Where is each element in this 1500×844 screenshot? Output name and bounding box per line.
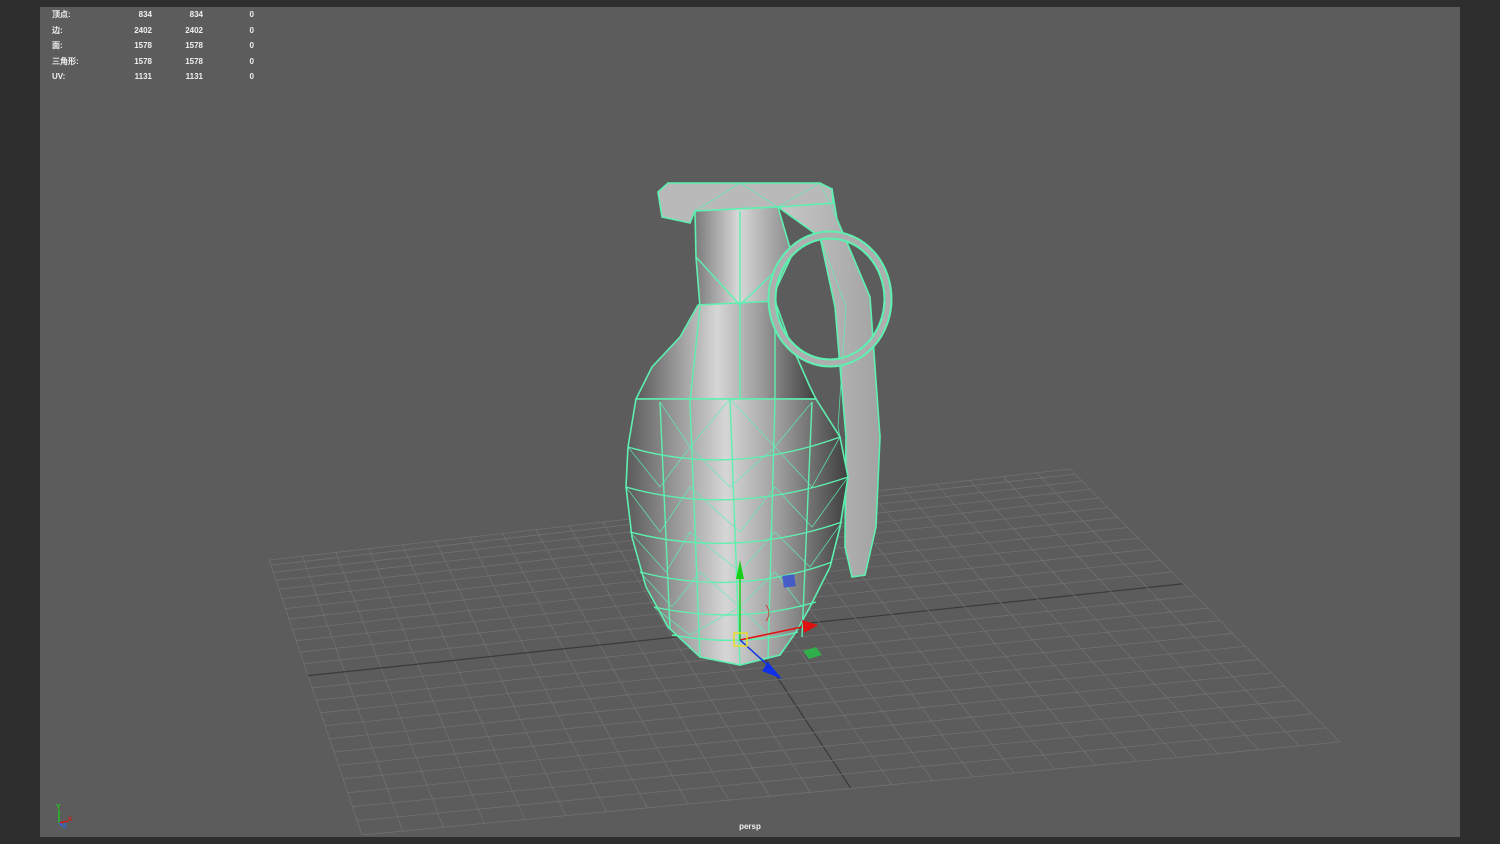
hud-stat-extra: 0 [249,72,254,81]
hud-stat-selected: 1578 [185,56,203,66]
gizmo-z-arrow[interactable] [762,662,782,679]
poly-count-hud: 顶点: 834 834 0 边: 2402 2402 0 面: 1578 1578 0 三角形: 1578… [52,7,272,85]
grid-line [352,713,1313,808]
hud-row: 面: 1578 1578 0 [52,38,272,54]
hud-stat-label: 边: [52,25,63,35]
hud-stat-label: UV: [52,72,66,81]
grid-line [368,548,485,824]
grid-line [969,480,1219,754]
window-frame: 顶点: 834 834 0 边: 2402 2402 0 面: 1578 1578 0 三角形: 1578… [0,0,1500,844]
grid-line [357,727,1327,822]
hud-stat-value: 1578 [134,41,152,50]
grid-line [1069,468,1341,743]
hud-stat-selected: 834 [189,10,203,19]
camera-name-label: persp [739,822,761,831]
axis-y-label: Y [56,804,61,811]
grid-line [338,672,1272,766]
grid-line [502,533,648,809]
grid-line [347,699,1299,794]
hud-stat-value: 1578 [134,56,152,66]
hud-stat-extra: 0 [249,25,254,35]
grid-line [402,544,526,820]
viewport-persp[interactable]: 顶点: 834 834 0 边: 2402 2402 0 面: 1578 1578 0 三角形: 1578… [40,7,1460,837]
hud-stat-selected: 1131 [185,72,203,81]
grid-line [1036,472,1300,747]
grid-line [329,646,1246,740]
gizmo-xz-plane[interactable] [803,647,822,659]
grid-line [268,559,363,836]
hud-stat-value: 834 [138,10,152,19]
hud-stat-label: 面: [52,41,63,50]
grid-line [468,537,607,812]
grid-line [333,659,1259,753]
hud-row: UV: 1131 1131 0 [52,69,272,85]
hud-stat-selected: 2402 [185,25,203,35]
hud-stat-extra: 0 [249,41,254,50]
hud-stat-selected: 1578 [185,41,203,50]
hud-stat-label: 顶点: [52,10,71,19]
hud-stat-value: 2402 [134,25,152,35]
grid-line [1002,476,1259,751]
hud-stat-value: 1131 [134,72,152,81]
grid-line [343,685,1286,780]
grid-line [335,552,444,828]
gizmo-xy-plane[interactable] [782,574,796,588]
grenade-model[interactable] [625,182,893,666]
hud-stat-extra: 0 [249,10,254,19]
hud-stat-extra: 0 [249,56,254,66]
grid-line [936,483,1178,758]
hud-row: 边: 2402 2402 0 [52,23,272,39]
hud-row: 三角形: 1578 1578 0 [52,54,272,70]
hud-row: 顶点: 834 834 0 [52,7,272,23]
grid-line [435,540,567,816]
hud-stat-label: 三角形: [52,56,79,66]
grenade-neck[interactable] [694,206,793,308]
scene-canvas[interactable] [40,7,1460,837]
